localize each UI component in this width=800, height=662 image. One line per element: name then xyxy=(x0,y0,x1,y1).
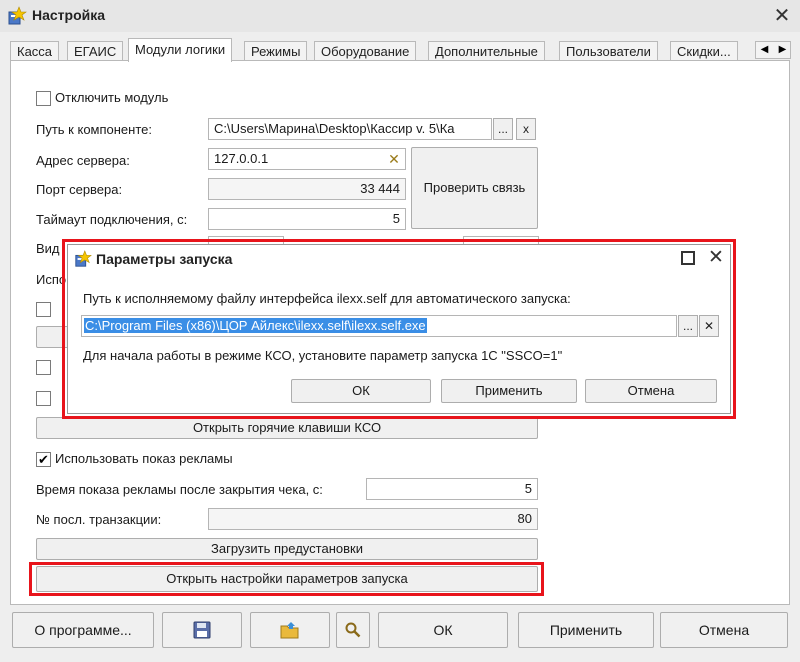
component-path-label: Путь к компоненте: xyxy=(36,122,152,137)
check-connection-button[interactable]: Проверить связь xyxy=(411,147,538,229)
clear-address-icon[interactable]: ✕ xyxy=(385,150,403,168)
window-title: Настройка xyxy=(32,7,106,23)
ok-button[interactable]: ОК xyxy=(378,612,508,648)
title-bar: Настройка ✕ xyxy=(0,0,800,32)
tab-logic-modules[interactable]: Модули логики xyxy=(128,38,233,62)
timeout-input[interactable]: 5 xyxy=(208,208,406,230)
floppy-disk-icon xyxy=(193,621,211,639)
tab-egais[interactable]: ЕГАИС xyxy=(67,41,124,61)
use-ads-label: Использовать показ рекламы xyxy=(55,451,233,466)
clear-path-button[interactable]: x xyxy=(516,118,536,140)
tab-additional[interactable]: Дополнительные xyxy=(428,41,545,61)
about-button[interactable]: О программе... xyxy=(12,612,154,648)
tab-equipment[interactable]: Оборудование xyxy=(314,41,417,61)
server-address-label: Адрес сервера: xyxy=(36,153,130,168)
timeout-label: Таймаут подключения, с: xyxy=(36,212,188,227)
tab-modes[interactable]: Режимы xyxy=(244,41,308,61)
view-label: Вид xyxy=(36,241,60,256)
component-path-input[interactable]: C:\Users\Марина\Desktop\Кассир v. 5\Ка xyxy=(208,118,492,140)
apply-button[interactable]: Применить xyxy=(518,612,654,648)
dialog-clear-button[interactable]: ✕ xyxy=(699,315,719,337)
executable-path-input[interactable]: C:\Program Files (x86)\ЦОР Айлекс\ilexx.… xyxy=(81,315,677,337)
last-transaction-input[interactable]: 80 xyxy=(208,508,538,530)
use-ads-checkbox[interactable]: ✔ xyxy=(36,452,51,467)
dialog-title-bar: Параметры запуска ✕ xyxy=(68,245,730,273)
search-button[interactable] xyxy=(336,612,370,648)
settings-app-icon xyxy=(8,6,27,25)
disable-module-label: Отключить модуль xyxy=(55,90,169,105)
last-transaction-label: № посл. транзакции: xyxy=(36,512,162,527)
tab-kassa[interactable]: Касса xyxy=(10,41,60,61)
cancel-button[interactable]: Отмена xyxy=(660,612,788,648)
folder-open-icon xyxy=(280,622,299,639)
launch-parameters-dialog: Параметры запуска ✕ Путь к исполняемому … xyxy=(67,244,731,414)
browse-button[interactable]: ... xyxy=(493,118,513,140)
maximize-icon[interactable] xyxy=(681,251,695,265)
dialog-close-icon[interactable]: ✕ xyxy=(704,246,728,270)
disable-module-checkbox[interactable] xyxy=(36,91,51,106)
selected-path-text: C:\Program Files (x86)\ЦОР Айлекс\ilexx.… xyxy=(84,318,427,333)
hidden-option-checkbox-3[interactable] xyxy=(36,391,51,406)
dialog-cancel-button[interactable]: Отмена xyxy=(585,379,717,403)
open-file-button[interactable] xyxy=(250,612,330,648)
ad-time-input[interactable]: 5 xyxy=(366,478,538,500)
save-button[interactable] xyxy=(162,612,242,648)
arrow-left-icon[interactable]: ◀ xyxy=(756,43,773,57)
tab-users[interactable]: Пользователи xyxy=(559,41,658,61)
open-hotkeys-button[interactable]: Открыть горячие клавиши КСО xyxy=(36,417,538,439)
settings-window: Настройка ✕ Касса ЕГАИС Модули логики Ре… xyxy=(0,0,800,662)
dialog-browse-button[interactable]: ... xyxy=(678,315,698,337)
tab-strip: Касса ЕГАИС Модули логики Режимы Оборудо… xyxy=(10,38,760,62)
load-presets-button[interactable]: Загрузить предустановки xyxy=(36,538,538,560)
hidden-option-checkbox-1[interactable] xyxy=(36,302,51,317)
open-launch-settings-button[interactable]: Открыть настройки параметров запуска xyxy=(36,566,538,592)
server-address-input[interactable]: 127.0.0.1 xyxy=(208,148,406,170)
close-icon[interactable]: ✕ xyxy=(768,2,796,30)
server-port-label: Порт сервера: xyxy=(36,182,123,197)
tab-scroll-buttons: ◀ ▶ xyxy=(755,41,791,59)
hidden-option-checkbox-2[interactable] xyxy=(36,360,51,375)
arrow-right-icon[interactable]: ▶ xyxy=(774,43,791,57)
tab-discounts[interactable]: Скидки... xyxy=(670,41,738,61)
dialog-hint: Для начала работы в режиме КСО, установи… xyxy=(83,348,563,363)
dialog-title: Параметры запуска xyxy=(96,251,233,267)
dialog-app-icon xyxy=(75,250,92,267)
server-port-input[interactable]: 33 444 xyxy=(208,178,406,200)
dialog-apply-button[interactable]: Применить xyxy=(441,379,577,403)
dialog-path-label: Путь к исполняемому файлу интерфейса ile… xyxy=(83,291,571,306)
use-label: Испо xyxy=(36,272,67,287)
ad-time-label: Время показа рекламы после закрытия чека… xyxy=(36,482,323,497)
dialog-ok-button[interactable]: ОК xyxy=(291,379,431,403)
magnifier-icon xyxy=(345,622,361,638)
